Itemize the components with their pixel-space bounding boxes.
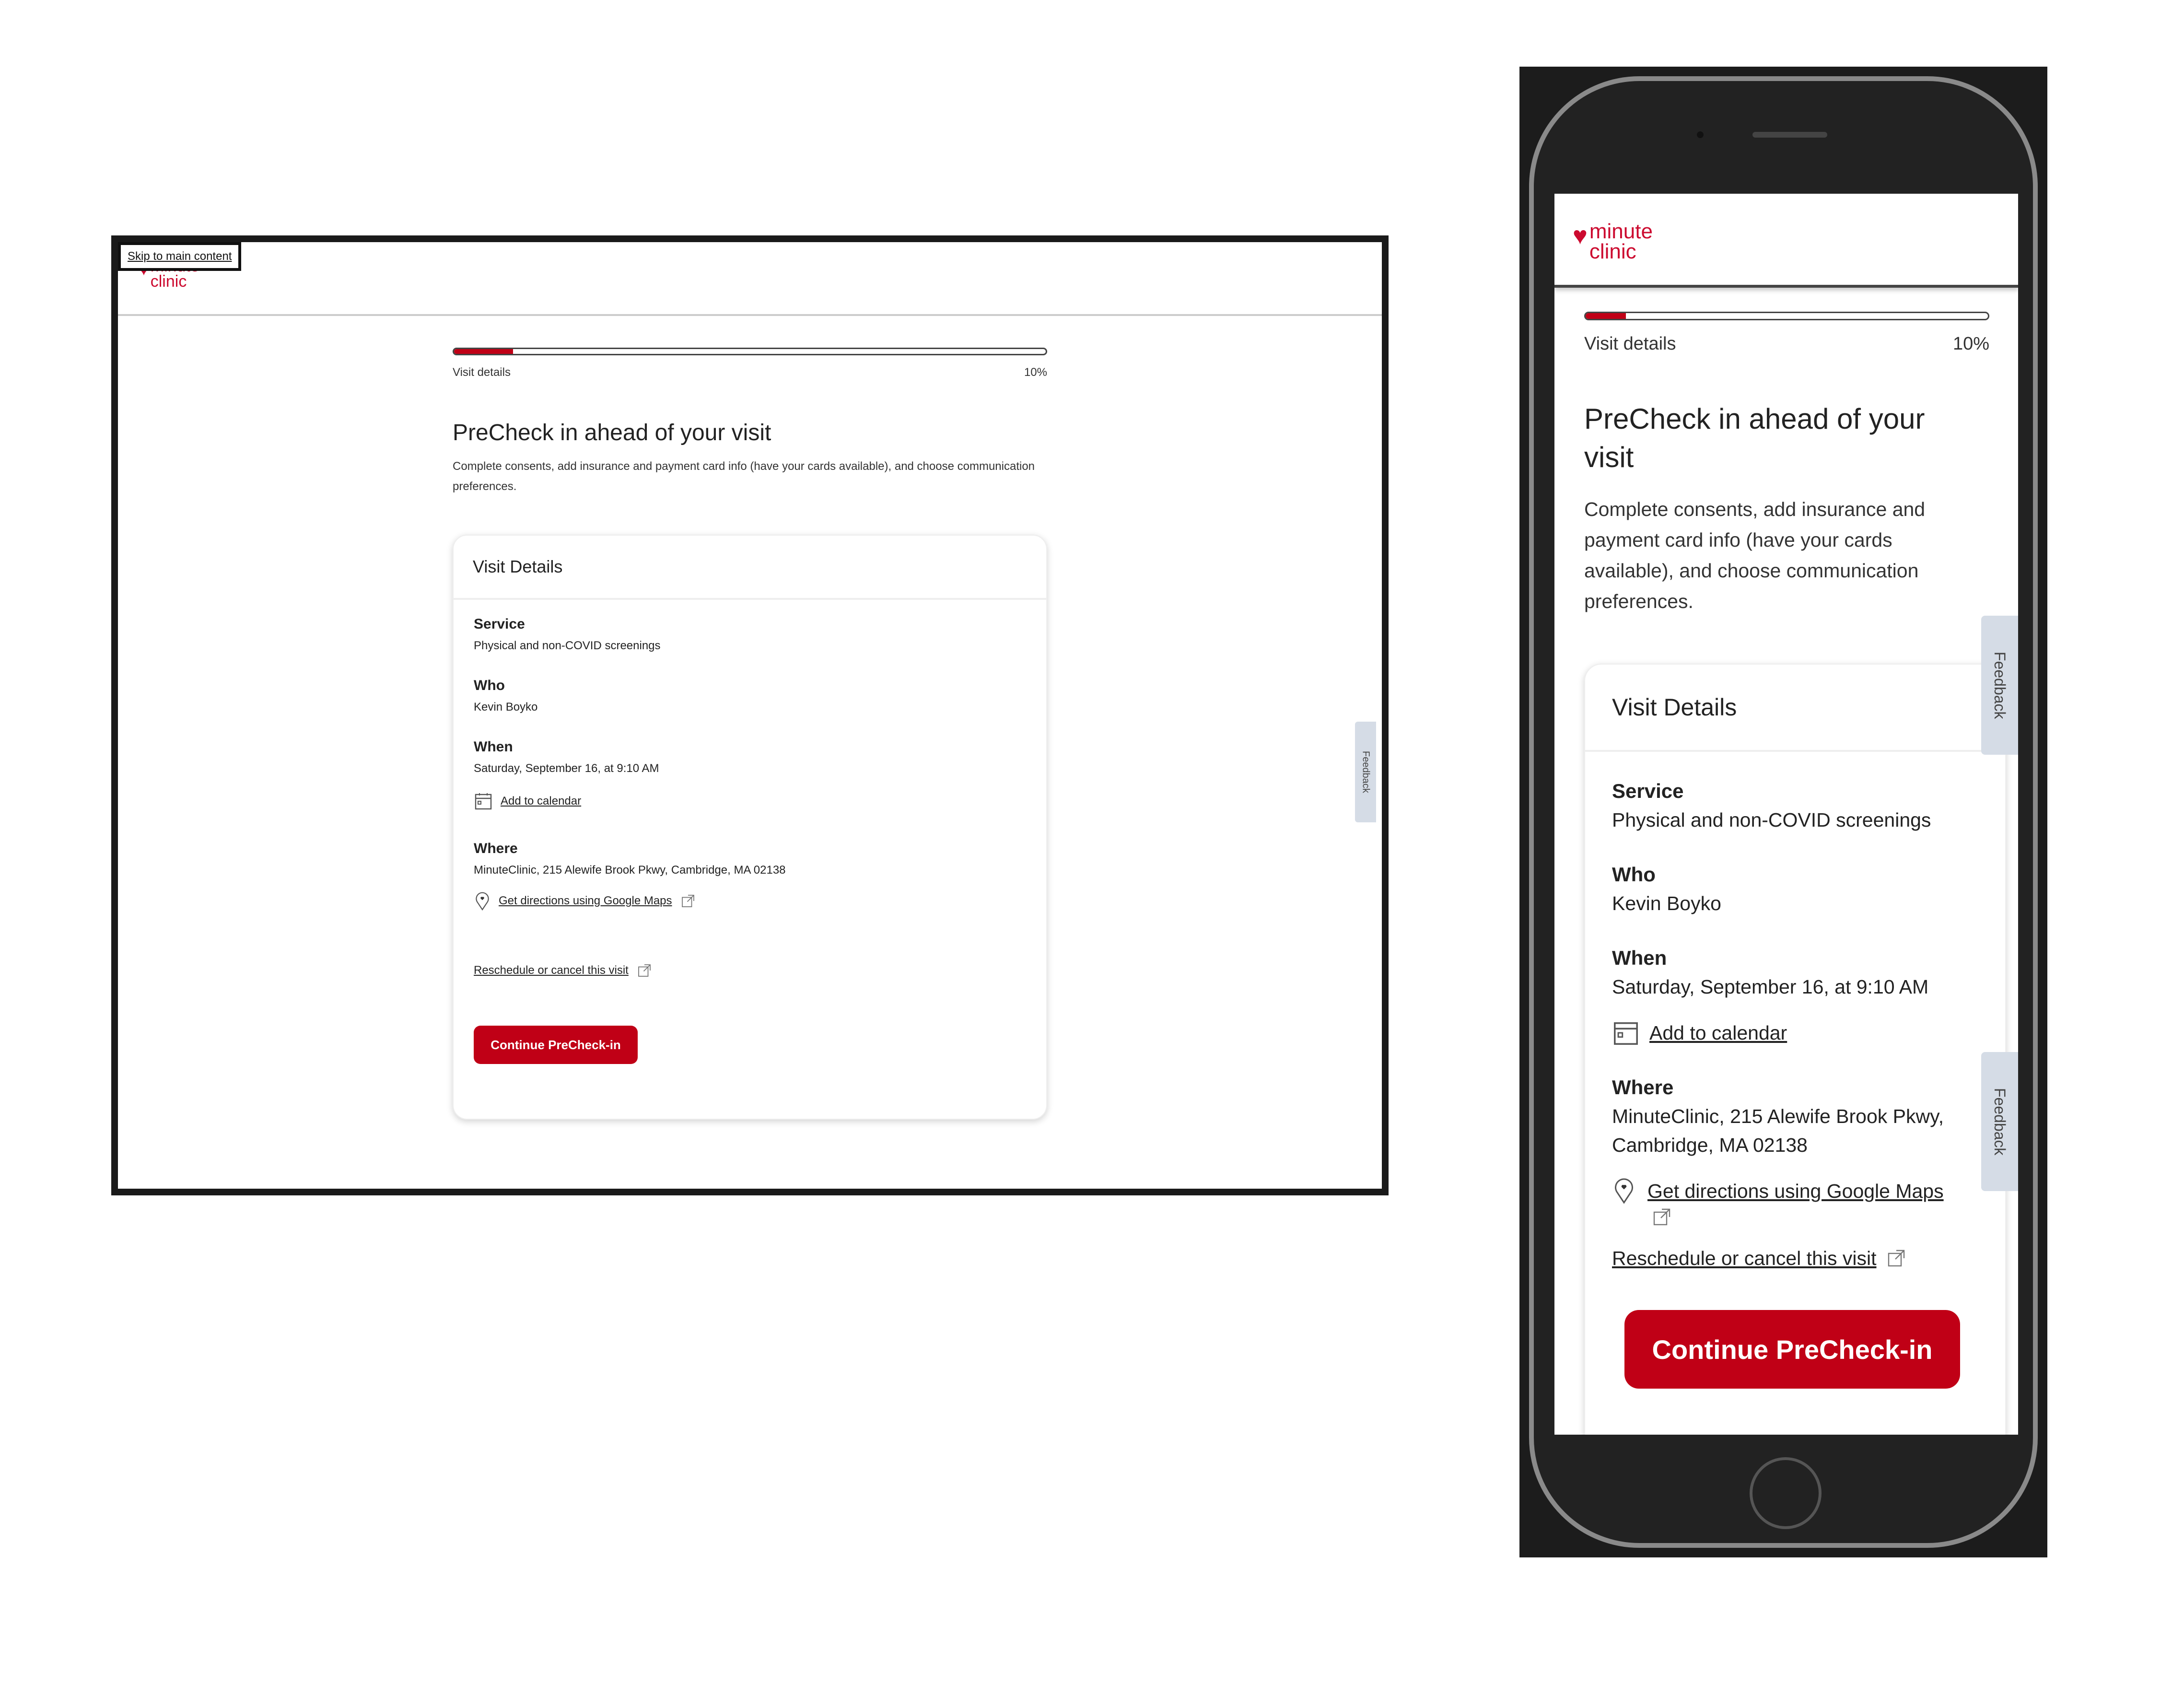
map-pin-icon: [1615, 1178, 1633, 1204]
add-to-calendar-link[interactable]: Add to calendar: [501, 795, 581, 808]
minuteclinic-logo[interactable]: ♥ minuteclinic: [1573, 221, 1653, 263]
google-maps-directions-link[interactable]: Get directions using Google Maps: [499, 894, 672, 908]
calendar-icon: [1614, 1022, 1638, 1045]
visit-details-card: Visit Details Service Physical and non-C…: [1584, 664, 2006, 1435]
site-header: ♥ minuteclinic Skip to main content: [118, 242, 1382, 316]
service-label: Service: [1612, 780, 1684, 802]
progress-percent: 10%: [1952, 334, 1989, 354]
progress-fill: [454, 349, 514, 354]
external-link-icon: [638, 964, 651, 977]
calendar-icon: [475, 793, 492, 810]
add-to-calendar-link[interactable]: Add to calendar: [1649, 1018, 1787, 1047]
reschedule-cancel-link[interactable]: Reschedule or cancel this visit: [1612, 1244, 1876, 1273]
service-value: Physical and non-COVID screenings: [1612, 809, 1931, 831]
feedback-tab[interactable]: Feedback: [1355, 722, 1376, 822]
when-value: Saturday, September 16, at 9:10 AM: [1612, 976, 1929, 998]
where-value: MinuteClinic, 215 Alewife Brook Pkwy, Ca…: [474, 864, 786, 877]
mobile-header: ♥ minute clinic: [1554, 194, 2018, 288]
mobile-screen: ♥ minute clinic Visit details 10% PreChec…: [1554, 194, 2018, 1435]
card-title: Visit Details: [1585, 665, 2005, 752]
progress-fill: [1586, 313, 1626, 319]
desktop-browser-view: ♥ minuteclinic Skip to main content Visi…: [111, 235, 1389, 1195]
continue-precheck-button[interactable]: Continue PreCheck-in: [474, 1026, 638, 1064]
continue-precheck-button[interactable]: Continue PreCheck-in: [1624, 1310, 1960, 1389]
map-pin-icon: [476, 892, 489, 911]
visit-details-card: Visit Details Service Physical and non-C…: [453, 535, 1047, 1120]
external-link-icon: [1653, 1208, 1670, 1226]
page-intro: Complete consents, add insurance and pay…: [453, 460, 1035, 493]
feedback-tab[interactable]: Feedback: [1981, 616, 2018, 755]
front-camera: [1697, 131, 1704, 138]
external-link-icon: [1888, 1250, 1905, 1267]
card-title: Visit Details: [454, 536, 1046, 600]
logo-line2: clinic: [150, 272, 187, 291]
progress-step-label: Visit details: [1584, 334, 1676, 354]
progress-step-label: Visit details: [453, 366, 511, 379]
speaker-grille: [1752, 132, 1827, 138]
where-value: MinuteClinic, 215 Alewife Brook Pkwy, Ca…: [1612, 1105, 1944, 1156]
when-label: When: [1612, 947, 1667, 969]
intro-section: PreCheck in ahead of your visit Complete…: [453, 420, 1047, 497]
google-maps-directions-link[interactable]: Get directions using Google Maps: [1647, 1180, 1944, 1202]
service-value: Physical and non-COVID screenings: [474, 639, 661, 652]
progress-bar: [453, 348, 1047, 355]
page-title: PreCheck in ahead of your visit: [453, 420, 771, 445]
who-label: Who: [1612, 863, 1656, 886]
heart-icon: ♥: [1573, 222, 1588, 250]
where-label: Where: [474, 841, 518, 856]
external-link-icon: [681, 895, 694, 907]
where-label: Where: [1612, 1076, 1674, 1099]
home-button[interactable]: [1750, 1457, 1822, 1529]
page-intro: Complete consents, add insurance and pay…: [1584, 498, 1926, 612]
who-value: Kevin Boyko: [474, 701, 538, 713]
reschedule-cancel-link[interactable]: Reschedule or cancel this visit: [474, 964, 629, 977]
who-value: Kevin Boyko: [1612, 892, 1721, 914]
who-label: Who: [474, 678, 505, 693]
mobile-intro: PreCheck in ahead of your visit Complete…: [1584, 400, 1968, 617]
mobile-progress-section: Visit details 10%: [1584, 312, 1989, 354]
progress-section: Visit details 10%: [453, 348, 1047, 379]
page-title: PreCheck in ahead of your visit: [1584, 403, 1925, 473]
service-label: Service: [474, 616, 525, 632]
skip-to-main-link[interactable]: Skip to main content: [118, 242, 242, 271]
progress-percent: 10%: [1024, 366, 1047, 379]
logo-line2: clinic: [1589, 239, 1636, 263]
feedback-tab[interactable]: Feedback: [1981, 1052, 2018, 1191]
when-label: When: [474, 739, 513, 755]
when-value: Saturday, September 16, at 9:10 AM: [474, 762, 659, 775]
progress-bar: [1584, 312, 1989, 320]
